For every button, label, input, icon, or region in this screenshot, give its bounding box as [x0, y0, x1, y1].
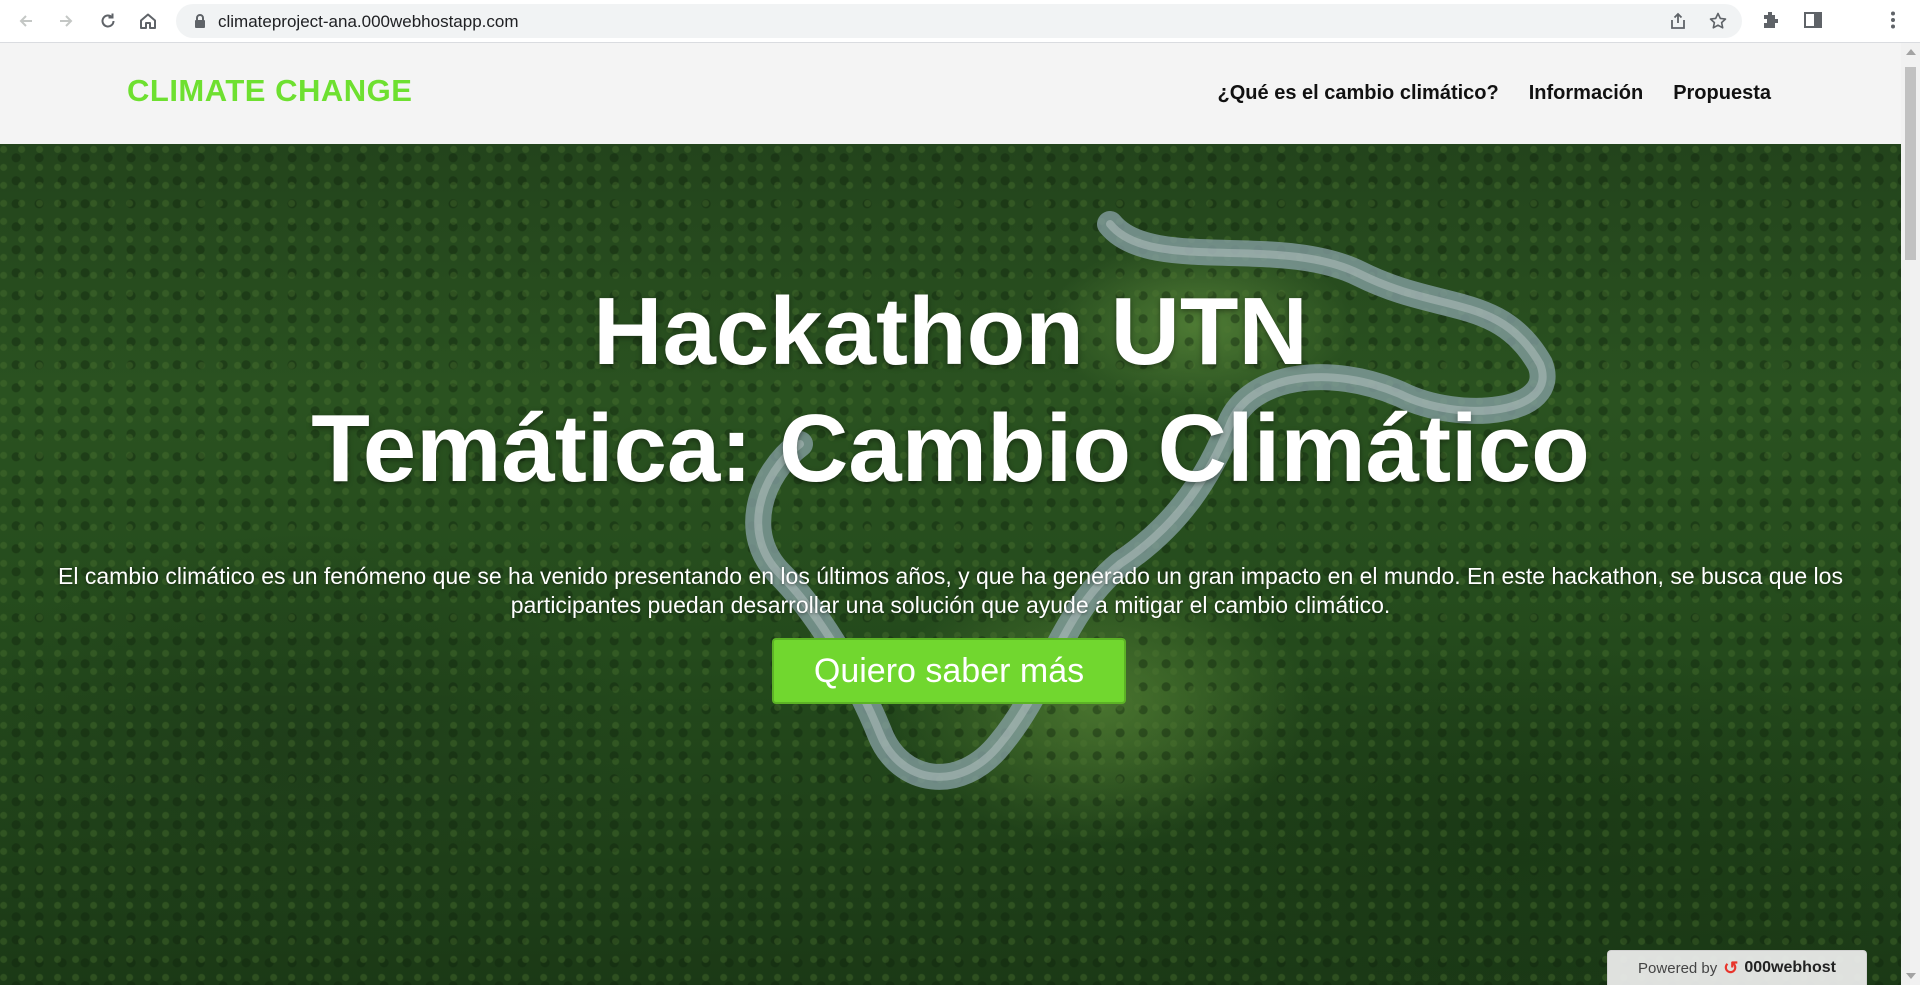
nav-link-informacion[interactable]: Información: [1529, 82, 1643, 105]
scrollbar-thumb[interactable]: [1905, 67, 1916, 260]
browser-toolbar: climateproject-ana.000webhostapp.com: [0, 0, 1920, 43]
scroll-down-icon[interactable]: [1906, 973, 1916, 979]
side-panel-icon[interactable]: [1802, 9, 1824, 31]
powered-by-badge[interactable]: Powered by ↺ 000webhost: [1607, 950, 1867, 985]
reload-icon[interactable]: [94, 7, 122, 35]
back-icon[interactable]: [12, 7, 40, 35]
badge-prefix: Powered by: [1638, 959, 1718, 977]
address-bar[interactable]: climateproject-ana.000webhostapp.com: [176, 4, 1742, 38]
main-nav: ¿Qué es el cambio climático? Información…: [1218, 82, 1771, 105]
nav-link-propuesta[interactable]: Propuesta: [1673, 82, 1771, 105]
home-icon[interactable]: [134, 7, 162, 35]
url-text[interactable]: climateproject-ana.000webhostapp.com: [218, 12, 519, 32]
bookmark-star-icon[interactable]: [1708, 11, 1728, 31]
webhost-logo-icon: ↺: [1723, 957, 1739, 978]
hero-description: El cambio climático es un fenómeno que s…: [58, 563, 1843, 618]
menu-kebab-icon[interactable]: [1882, 9, 1904, 31]
extensions-icon[interactable]: [1760, 9, 1782, 31]
share-icon[interactable]: [1668, 11, 1688, 31]
brand-logo[interactable]: CLIMATE CHANGE: [127, 73, 412, 109]
page-scrollbar[interactable]: [1901, 43, 1920, 985]
nav-link-que-es[interactable]: ¿Qué es el cambio climático?: [1218, 82, 1499, 105]
forward-icon[interactable]: [52, 7, 80, 35]
scroll-up-icon[interactable]: [1906, 49, 1916, 55]
hero-title-line1: Hackathon UTN: [593, 278, 1308, 385]
site-header: CLIMATE CHANGE ¿Qué es el cambio climáti…: [0, 43, 1901, 144]
page-viewport: CLIMATE CHANGE ¿Qué es el cambio climáti…: [0, 43, 1901, 985]
lock-icon[interactable]: [192, 13, 208, 29]
badge-name: 000webhost: [1744, 959, 1836, 976]
hero-section: Hackathon UTN Temática: Cambio Climático…: [0, 144, 1901, 985]
hero-title-line2: Temática: Cambio Climático: [311, 395, 1590, 502]
cta-button[interactable]: Quiero saber más: [772, 638, 1126, 704]
